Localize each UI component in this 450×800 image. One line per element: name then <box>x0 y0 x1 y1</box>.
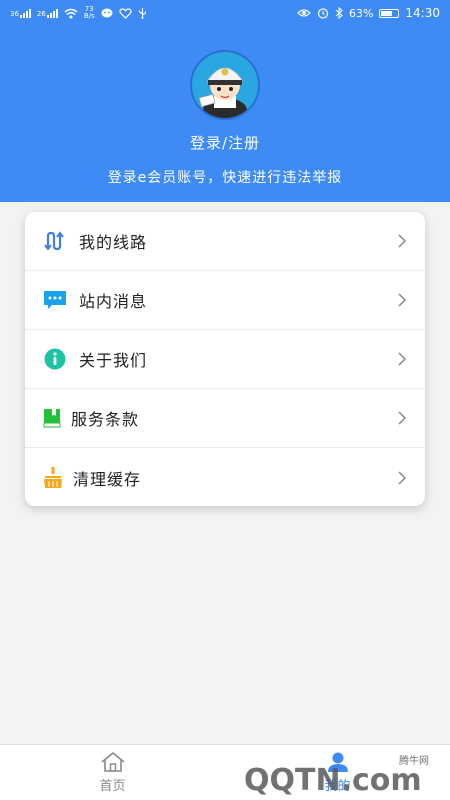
bottom-tab-bar: 首页 我的 <box>0 744 450 800</box>
user-icon <box>327 752 348 772</box>
wechat-icon <box>101 8 113 17</box>
bluetooth-icon <box>335 7 343 19</box>
menu-item-messages[interactable]: 站内消息 <box>25 271 425 330</box>
signal-2-label: 26 <box>36 10 46 18</box>
status-right: 63% 14:30 <box>297 6 440 20</box>
police-cartoon-icon <box>192 52 258 118</box>
signal-1-label: 36 <box>10 10 19 18</box>
chevron-right-icon <box>398 470 407 485</box>
signal-icon <box>19 8 31 18</box>
chevron-right-icon <box>398 352 407 366</box>
chevron-right-icon <box>398 411 407 425</box>
usb-icon <box>138 7 146 19</box>
battery-percent: 63% <box>348 6 374 20</box>
menu-item-label: 我的线路 <box>79 233 148 252</box>
home-icon <box>100 751 125 772</box>
tab-home[interactable]: 首页 <box>0 745 225 800</box>
book-icon <box>43 406 61 430</box>
battery-icon <box>379 8 400 18</box>
signal-icon <box>46 8 58 18</box>
signal-2: 26 <box>37 8 58 18</box>
broom-icon <box>43 466 63 490</box>
tab-label: 首页 <box>99 779 126 794</box>
menu-card: 我的线路 站内消息 关于我们 服务条款 清理缓存 <box>25 212 425 506</box>
wifi-icon <box>64 8 78 18</box>
menu-item-label: 关于我们 <box>79 351 148 370</box>
tab-label: 我的 <box>324 779 351 794</box>
menu-item-about-us[interactable]: 关于我们 <box>25 330 425 389</box>
menu-item-label: 站内消息 <box>79 292 148 311</box>
menu-item-clear-cache[interactable]: 清理缓存 <box>25 448 425 506</box>
message-icon <box>43 288 67 312</box>
login-hint: 登录e会员账号，快速进行违法举报 <box>107 170 343 186</box>
menu-item-label: 清理缓存 <box>73 469 142 489</box>
menu-item-my-routes[interactable]: 我的线路 <box>25 212 425 271</box>
login-register-link[interactable]: 登录/注册 <box>0 132 450 153</box>
network-speed: 73 B/s <box>84 6 95 20</box>
alarm-icon <box>317 8 329 19</box>
chevron-right-icon <box>398 293 407 307</box>
avatar[interactable] <box>190 50 260 120</box>
heartbeat-icon <box>118 7 132 19</box>
signal-1: 36 <box>10 8 31 18</box>
status-left: 36 26 73 B/s <box>10 6 147 20</box>
speed-unit: B/s <box>83 12 95 20</box>
menu-item-label: 服务条款 <box>71 410 140 429</box>
tab-mine[interactable]: 我的 <box>225 745 450 800</box>
eye-icon <box>297 9 311 17</box>
profile-header: 登录/注册 登录e会员账号，快速进行违法举报 <box>0 26 450 202</box>
clock: 14:30 <box>405 6 440 20</box>
route-icon <box>43 229 67 253</box>
status-bar: 36 26 73 B/s 63% 14:30 <box>0 0 450 26</box>
menu-item-terms[interactable]: 服务条款 <box>25 389 425 448</box>
chevron-right-icon <box>398 234 407 248</box>
info-icon <box>43 347 67 371</box>
